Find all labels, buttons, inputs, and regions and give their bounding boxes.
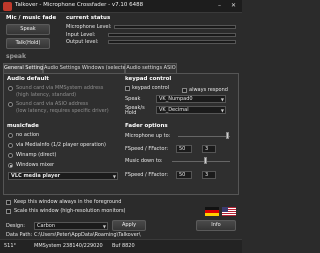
mic-up-to-slider[interactable] [226,132,229,139]
speak-indicator: speak [6,53,26,60]
keypad-control-label: keypad control [132,85,170,91]
design-label: Design: [6,223,25,229]
music-down-to-label: Music down to: [125,158,163,164]
fspeed2-speed-input[interactable]: 50 [176,171,192,179]
fspeed1-factor-input[interactable]: 3 [202,145,216,153]
keep-foreground-checkbox[interactable] [6,200,11,205]
player-select[interactable]: VLC media player ▼ [8,172,118,180]
data-path-value: C:\Users\Peter\AppData\Roaming\Talkover\ [34,232,141,238]
keep-foreground-label: Keep this window always in the foregroun… [14,199,122,205]
info-button[interactable]: Info [196,220,236,231]
mic-up-to-label: Microphone up to: [125,133,171,139]
german-flag-icon[interactable] [205,207,219,216]
music-down-to-track [172,161,230,162]
input-level-label: Input Level: [66,32,96,38]
input-level-bar [108,33,236,37]
fspeed1-label: FSpeed / FFactor: [125,146,169,152]
chevron-down-icon: ▼ [220,108,224,113]
title-bar: Talkover - Microphone Crossfader - v7.10… [0,0,242,13]
fader-options-heading: Fader options [125,123,168,129]
keypad-control-checkbox[interactable] [125,86,130,91]
design-select[interactable]: Carbon ▼ [34,222,108,230]
winamp-radio[interactable] [8,153,13,158]
asio-radio[interactable] [8,102,13,107]
fspeed2-label: FSpeed / FFactor: [125,172,169,178]
current-status-heading: current status [66,15,111,21]
mic-level-label: Microphone Level: [66,24,112,30]
chevron-down-icon: ▼ [220,97,224,102]
always-respond-label: always respond [189,87,228,93]
always-respond-checkbox[interactable] [182,88,187,93]
scale-window-checkbox[interactable] [6,209,11,214]
no-action-radio[interactable] [8,133,13,138]
mediainfo-radio[interactable] [8,143,13,148]
asio-label: Sound card via ASIO address [16,101,89,107]
music-down-to-slider[interactable] [204,157,207,164]
mediainfo-label: via MediaInfo (1/2 player operation) [16,142,106,148]
apply-button[interactable]: Apply [112,220,146,231]
minimize-button[interactable]: – [214,1,225,10]
chevron-down-icon: ▼ [102,224,106,229]
close-button[interactable]: ✕ [228,1,239,10]
window-title: Talkover - Microphone Crossfader - v7.10… [15,2,144,8]
scale-window-label: Scale this window (high-resolution monit… [14,208,126,214]
status-right: Buf 8820 [112,243,135,249]
keypad-control-heading: keypad control [125,76,172,82]
mmsystem-label: Sound card via MMSystem address [16,85,104,91]
status-middle: MMSystem 238140/229020 [34,243,103,249]
winamp-label: Winamp (direct) [16,152,57,158]
mic-level-bar [114,25,236,29]
status-left: 511° [4,243,17,249]
output-level-bar [108,40,236,44]
mmsystem-sublabel: (high latency, standard) [16,92,77,98]
tab-audio-settings-windows[interactable]: Audio Settings Windows (selected) [43,63,131,73]
fspeed2-factor-input[interactable]: 3 [202,171,216,179]
tab-audio-settings-asio[interactable]: Audio settings ASIO [125,63,177,73]
data-path-label: Data Path: [6,232,33,238]
audio-default-heading: Audio default [7,76,49,82]
output-level-label: Output level: [66,39,99,45]
speak-button[interactable]: Speak [6,24,50,35]
keypad-speak-label: Speak [125,96,141,102]
mic-up-to-track [178,136,230,137]
asio-sublabel: (low latency, requires specific driver) [16,108,109,114]
no-action-label: no action [16,132,40,138]
windows-mixer-radio[interactable] [8,163,13,168]
fspeed1-speed-input[interactable]: 50 [176,145,192,153]
talk-hold-button[interactable]: Talk(Hold) [6,38,50,49]
keypad-speak-hold-value: VK_Decimal [159,107,189,113]
tab-general-settings[interactable]: General Settings [3,63,46,73]
keypad-speak-value: VK_Numpad0 [159,96,193,102]
player-select-value: VLC media player [11,173,61,179]
keypad-speak-hold-label: Speak/s Hold [125,105,145,116]
app-icon [3,2,12,11]
design-select-value: Carbon [37,223,56,229]
mic-music-fade-heading: Mic / music fade [6,15,57,21]
keypad-speak-hold-select[interactable]: VK_Decimal ▼ [156,106,226,114]
status-bar: 511° MMSystem 238140/229020 Buf 8820 [0,239,242,253]
chevron-down-icon: ▼ [112,174,116,179]
mmsystem-radio[interactable] [8,86,13,91]
musicfade-heading: musicfade [7,123,39,129]
keypad-speak-select[interactable]: VK_Numpad0 ▼ [156,95,226,103]
windows-mixer-label: Windows mixer [16,162,55,168]
us-flag-icon[interactable] [222,207,236,216]
